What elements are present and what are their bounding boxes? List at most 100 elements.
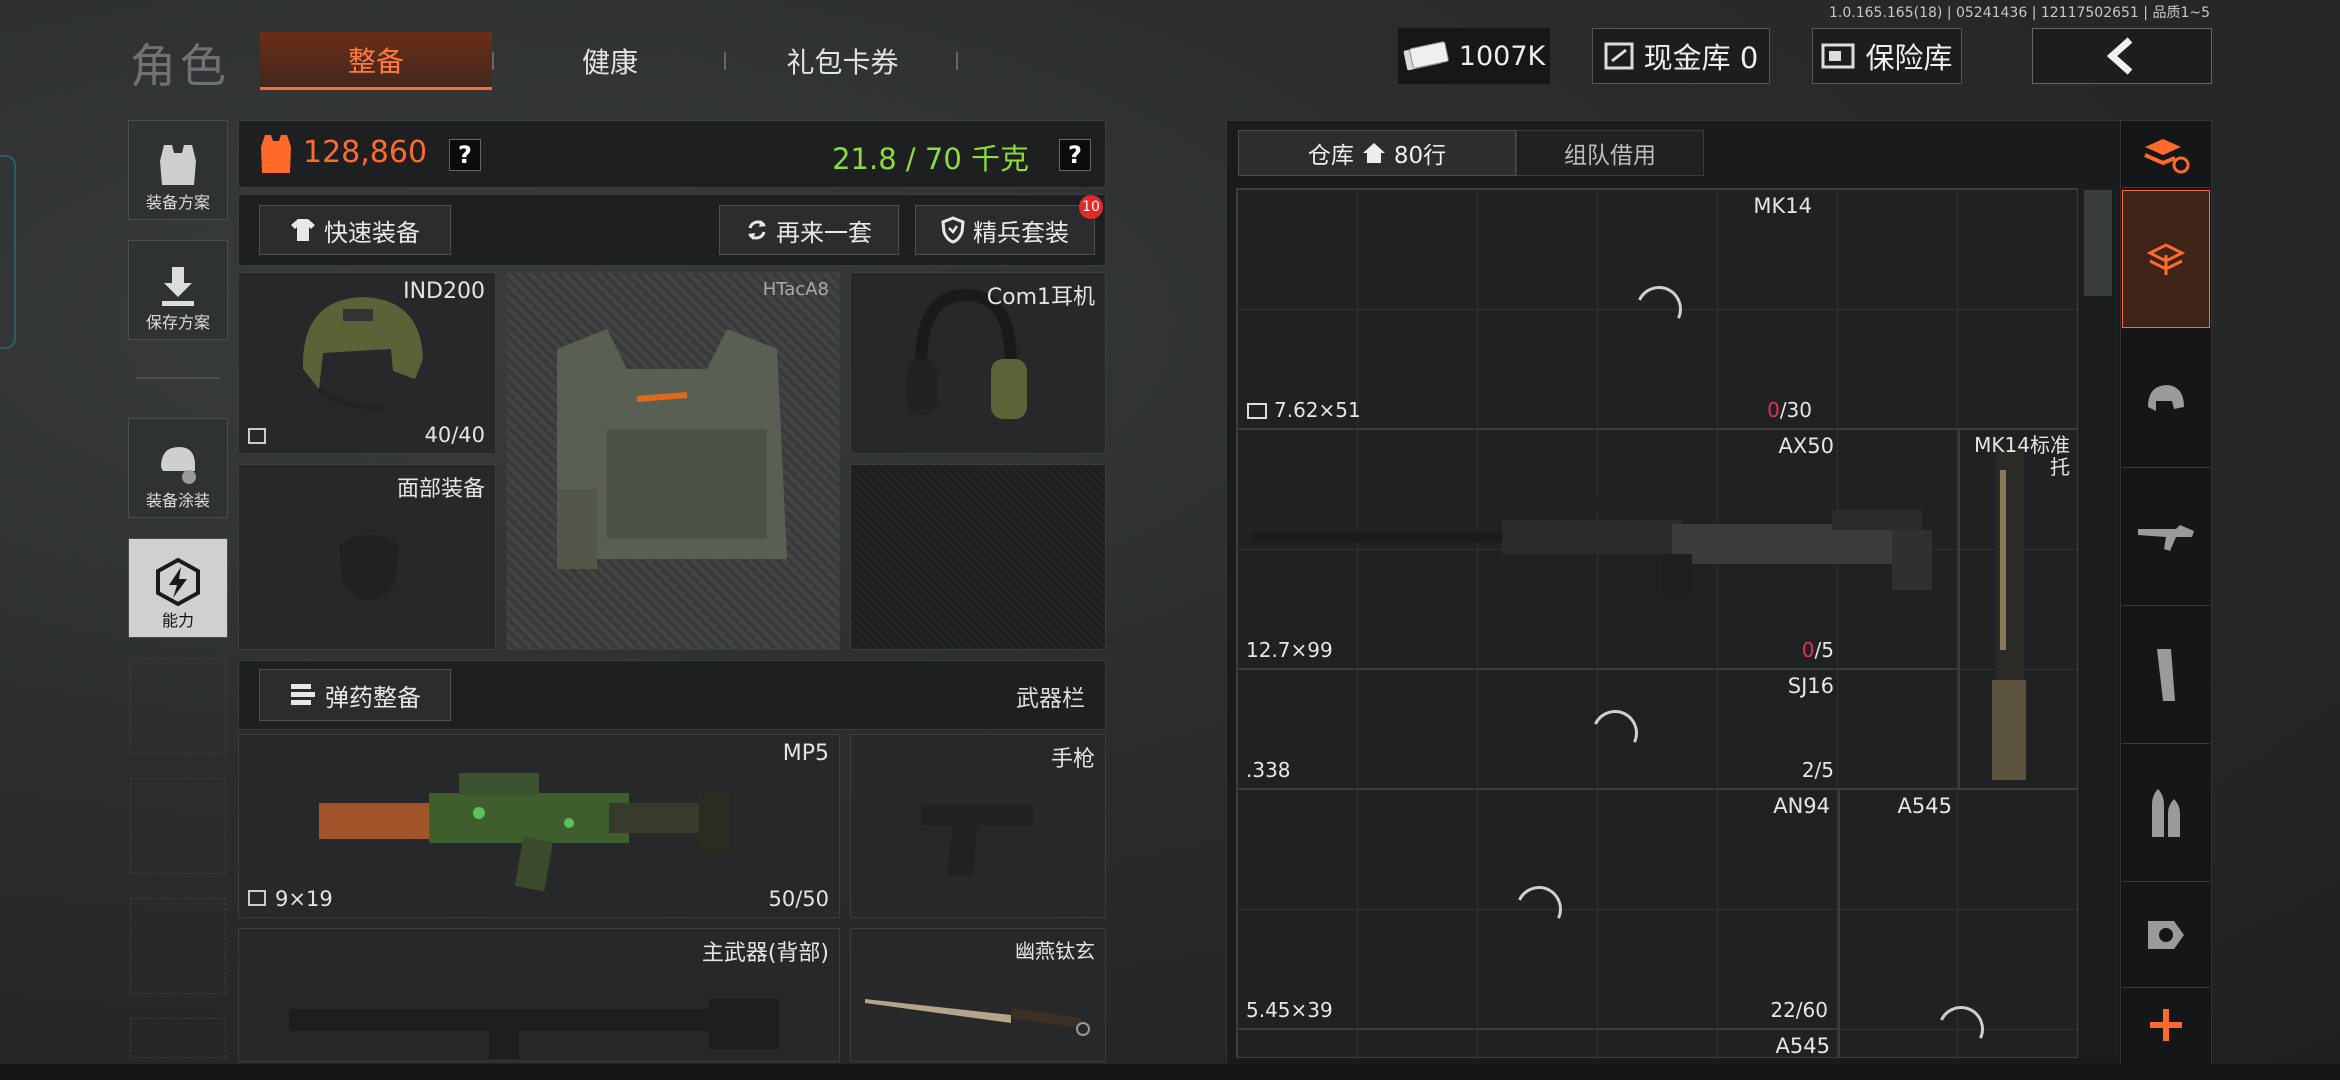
stack-refresh-button[interactable] (2122, 122, 2210, 188)
face-slot-name: 面部装备 (396, 477, 485, 502)
tab-divider (724, 52, 726, 70)
sniper-rifle-icon (1252, 498, 1932, 594)
tab-health[interactable]: 健康 (500, 32, 720, 90)
category-helmet[interactable] (2122, 330, 2210, 468)
tab-equip[interactable]: 整备 (260, 32, 492, 90)
primary-back-slot[interactable]: 主武器(背部) (238, 928, 840, 1062)
weight-help-button[interactable]: ? (1059, 139, 1091, 171)
helmet-slot[interactable]: IND200 40/40 (238, 272, 496, 454)
ability-icon (156, 557, 200, 607)
sidebar-item-save-plan[interactable]: 保存方案 (128, 240, 228, 340)
sidebar-item-paint[interactable]: 装备涂装 (128, 418, 228, 518)
value-amount: 128,860 (303, 135, 428, 170)
chevron-left-icon (2106, 37, 2133, 75)
ammo-label: 弹药整备 (325, 683, 421, 712)
smg-icon (319, 773, 729, 892)
helmet-name: IND200 (403, 279, 485, 304)
stock-icon (1992, 450, 2026, 780)
shirt-icon (291, 219, 315, 241)
value-weight-bar: 128,860 ? 21.8 / 70 千克 ? (238, 120, 1106, 188)
back-button[interactable] (2032, 28, 2212, 84)
category-rifle[interactable] (2122, 468, 2210, 606)
helmet-durability: 40/40 (424, 423, 485, 447)
storage-item-an94[interactable]: AN94 5.45×39 22/60 (1237, 789, 1839, 1029)
safe-label: 保险库 (1865, 41, 1953, 75)
edge-tab (0, 155, 16, 349)
tab-gift-coupons[interactable]: 礼包卡券 (730, 32, 955, 90)
armor-slot[interactable]: HTacA8 (506, 272, 840, 650)
vault-icon (1604, 42, 1634, 70)
elite-set-label: 精兵套装 (973, 218, 1069, 247)
face-slot[interactable]: 面部装备 (238, 464, 496, 650)
storage-item-ax50[interactable]: AX50 12.7×99 0/5 (1237, 429, 1959, 669)
headset-slot[interactable]: Com1耳机 (850, 272, 1106, 454)
sidebar-item-loadout-plan[interactable]: 装备方案 (128, 120, 228, 220)
quick-equip-button[interactable]: 快速装备 (259, 205, 451, 255)
primary-back-name: 主武器(背部) (701, 941, 829, 966)
value-help-button[interactable]: ? (449, 139, 481, 171)
item-count: 0/30 (1767, 398, 1812, 422)
mp5-name: MP5 (782, 741, 829, 766)
item-name: A545 (1775, 1034, 1830, 1058)
storage-item-sj16[interactable]: SJ16 .338 2/5 (1237, 669, 1959, 789)
add-category-button[interactable] (2122, 992, 2210, 1058)
armor-vest-icon (557, 329, 787, 569)
refresh-icon (748, 220, 766, 240)
category-magazine[interactable] (2122, 606, 2210, 744)
sidebar-empty-slot (130, 898, 226, 994)
gas-mask-icon (339, 535, 399, 600)
tab-team-borrow[interactable]: 组队借用 (1516, 130, 1704, 176)
storage-item-a545[interactable]: A545 (1237, 1029, 1839, 1058)
helmet-paint-icon (161, 447, 196, 484)
item-count: 2/5 (1801, 758, 1834, 782)
tab-warehouse-label: 仓库 (1307, 143, 1354, 169)
sidebar-item-ability[interactable]: 能力 (128, 538, 228, 638)
item-count: 22/60 (1770, 998, 1828, 1022)
storage-item-mk14[interactable]: MK14 7.62×51 0/30 (1237, 189, 2077, 429)
pistol-slot-name: 手枪 (1050, 747, 1095, 772)
storage-item-a545[interactable]: A545 (1839, 789, 2077, 1057)
scrollbar-track[interactable] (2078, 188, 2118, 1058)
item-name: AX50 (1778, 434, 1834, 458)
loading-spinner (1585, 703, 1645, 763)
again-button[interactable]: 再来一套 (719, 205, 899, 255)
quick-equip-label: 快速装备 (324, 218, 420, 247)
melee-slot[interactable]: 幽燕钛玄 (850, 928, 1106, 1062)
version-info: 1.0.165.165(18) | 05241436 | 12117502651… (1829, 5, 2210, 21)
safe-button[interactable]: 保险库 (1812, 28, 1962, 84)
mp5-caliber: 9×19 (275, 887, 333, 911)
storage-item-mk14-stock[interactable]: MK14标准托 (1959, 429, 2077, 789)
ammo-box-icon (1247, 403, 1267, 419)
ammo-icon (291, 684, 315, 705)
bullets-icon (2152, 788, 2180, 837)
loading-spinner (1629, 279, 1689, 339)
item-name: AN94 (1773, 794, 1830, 818)
item-name: SJ16 (1787, 674, 1834, 698)
category-attachment[interactable] (2122, 882, 2210, 988)
scrollbar-thumb[interactable] (2084, 190, 2112, 296)
empty-slot (850, 464, 1106, 650)
layers-icon (2146, 243, 2186, 275)
loading-spinner (1931, 999, 1991, 1057)
ammo-button[interactable]: 弹药整备 (259, 669, 451, 721)
elite-set-button[interactable]: 精兵套装 (915, 205, 1095, 255)
scope-icon (2148, 920, 2184, 949)
tab-warehouse[interactable]: 仓库 80行 (1238, 130, 1516, 176)
money-display: 1007K (1398, 28, 1550, 84)
pistol-slot[interactable]: 手枪 (850, 734, 1106, 918)
storage-grid: MK14 7.62×51 0/30 AX50 12.7×99 0/5 MK14标… (1236, 188, 2078, 1058)
mp5-ammo: 50/50 (768, 887, 829, 911)
again-label: 再来一套 (776, 218, 872, 247)
category-ammo[interactable] (2122, 744, 2210, 882)
category-all[interactable] (2122, 190, 2210, 328)
item-caliber: .338 (1246, 758, 1291, 782)
cash-vault-label: 现金库 0 (1643, 41, 1759, 75)
item-name: A545 (1897, 794, 1952, 818)
mp5-slot[interactable]: MP5 9×19 50/50 (238, 734, 840, 918)
pistol-icon (921, 805, 1033, 875)
warehouse-rows: 80行 (1393, 143, 1447, 169)
helmet-icon (2148, 384, 2184, 411)
page-title: 角色 (130, 39, 230, 93)
cash-vault-button[interactable]: 现金库 0 (1592, 28, 1770, 84)
sidebar-empty-slot (130, 1018, 226, 1058)
